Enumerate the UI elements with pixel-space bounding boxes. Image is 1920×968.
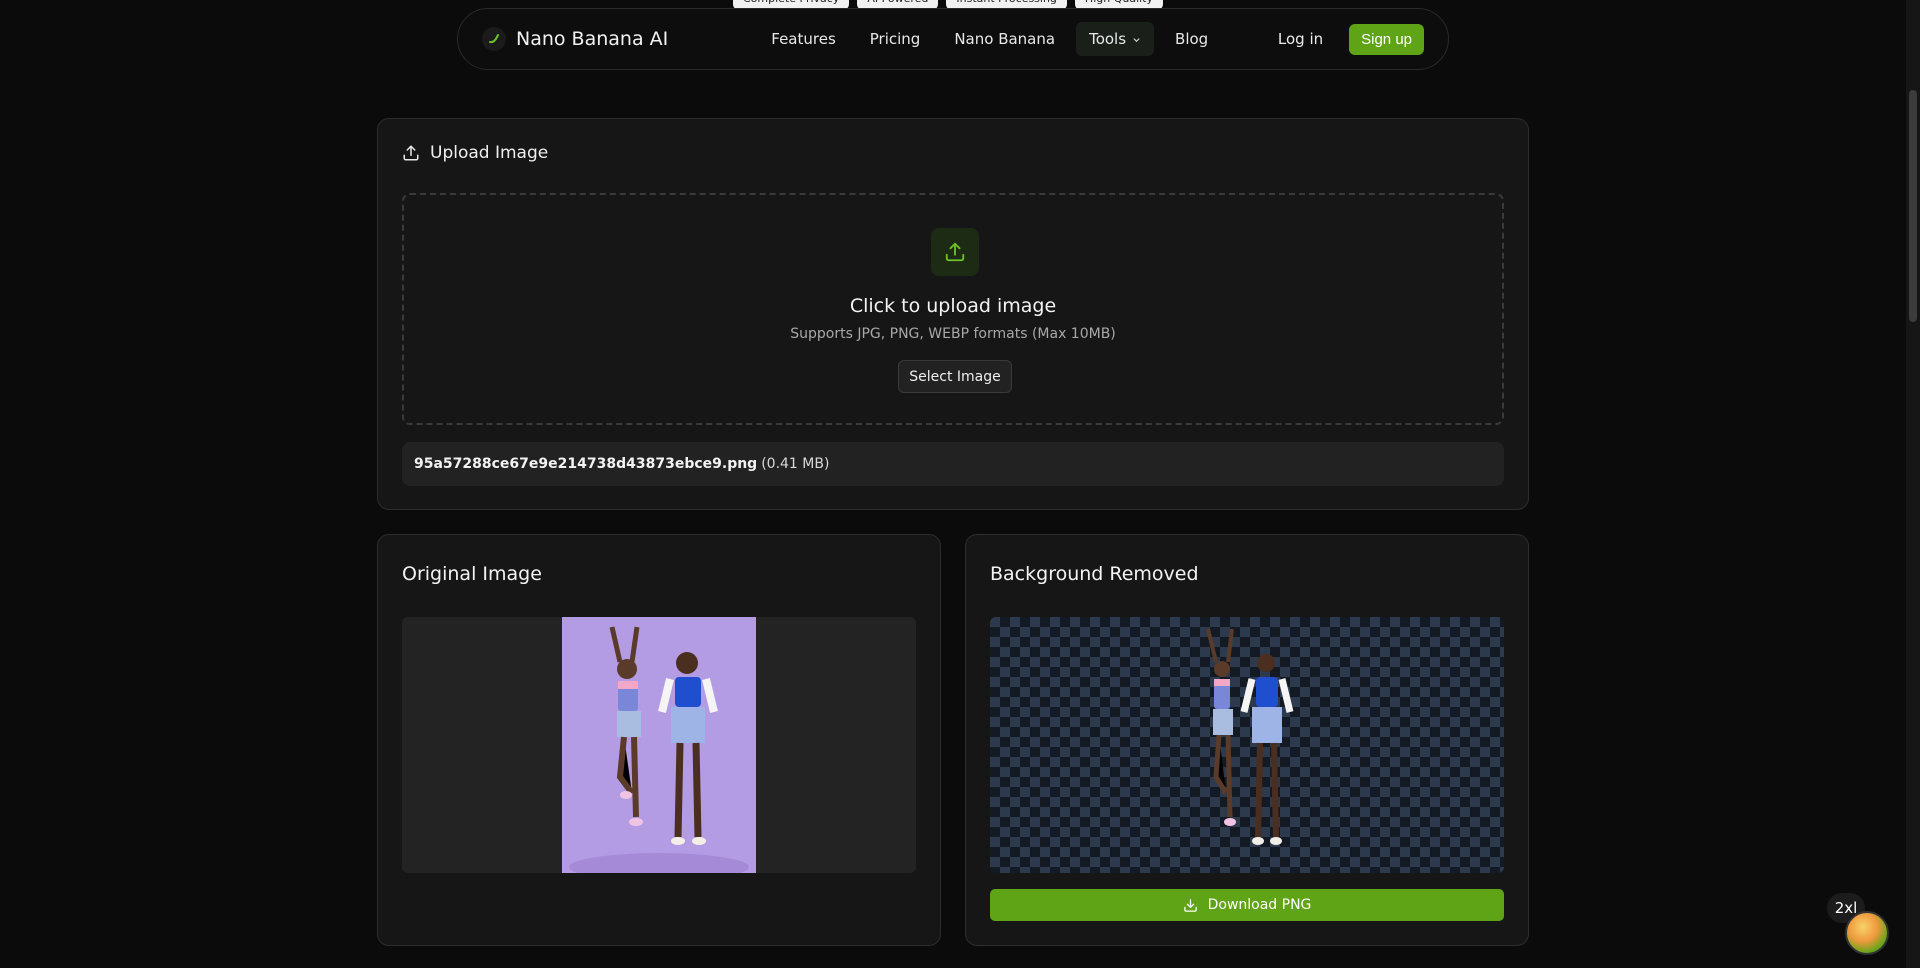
selected-file-info: 95a57288ce67e9e214738d43873ebce9.png (0.… [402, 442, 1504, 486]
download-label: Download PNG [1207, 897, 1312, 913]
top-navigation: Nano Banana AI Features Pricing Nano Ban… [457, 8, 1449, 70]
dropzone-subtitle: Supports JPG, PNG, WEBP formats (Max 10M… [790, 326, 1116, 342]
cutout-photo [1206, 628, 1294, 845]
original-image-preview [402, 617, 916, 873]
scrollbar-thumb[interactable] [1909, 90, 1917, 322]
original-image-title: Original Image [402, 563, 542, 585]
signup-button[interactable]: Sign up [1349, 23, 1424, 55]
nav-links: Features Pricing Nano Banana Tools Blog [758, 22, 1221, 56]
dropzone-upload-icon [931, 228, 979, 276]
brand[interactable]: Nano Banana AI [482, 27, 668, 51]
background-removed-title: Background Removed [990, 563, 1199, 585]
file-size: (0.41 MB) [761, 456, 830, 472]
dropzone-title: Click to upload image [849, 295, 1057, 317]
nav-link-blog[interactable]: Blog [1162, 22, 1221, 56]
nav-link-nano-banana[interactable]: Nano Banana [941, 22, 1068, 56]
banana-logo-icon [482, 27, 506, 51]
background-removed-card: Background Removed Download PNG [965, 534, 1529, 946]
download-png-button[interactable]: Download PNG [990, 889, 1504, 921]
original-image-card: Original Image [377, 534, 941, 946]
upload-icon [403, 145, 419, 161]
upload-title: Upload Image [430, 143, 549, 163]
download-icon [1183, 898, 1197, 912]
assistant-avatar-icon[interactable] [1845, 911, 1889, 955]
nav-link-tools-label: Tools [1089, 30, 1127, 48]
page-scrollbar[interactable] [1906, 0, 1920, 968]
file-name: 95a57288ce67e9e214738d43873ebce9.png [414, 456, 758, 472]
brand-name: Nano Banana AI [516, 28, 669, 50]
nav-link-pricing[interactable]: Pricing [857, 22, 934, 56]
login-link[interactable]: Log in [1266, 22, 1335, 56]
transparent-preview [990, 617, 1504, 873]
original-photo [562, 617, 756, 873]
nav-link-tools[interactable]: Tools [1076, 22, 1155, 56]
upload-card: Upload Image Click to upload image Suppo… [377, 118, 1529, 510]
upload-header: Upload Image [402, 143, 548, 163]
chevron-down-icon [1133, 37, 1140, 42]
select-image-button[interactable]: Select Image [898, 360, 1012, 393]
nav-link-features[interactable]: Features [758, 22, 849, 56]
auth-actions: Log in Sign up [1266, 22, 1424, 56]
upload-dropzone[interactable]: Click to upload image Supports JPG, PNG,… [402, 193, 1504, 425]
